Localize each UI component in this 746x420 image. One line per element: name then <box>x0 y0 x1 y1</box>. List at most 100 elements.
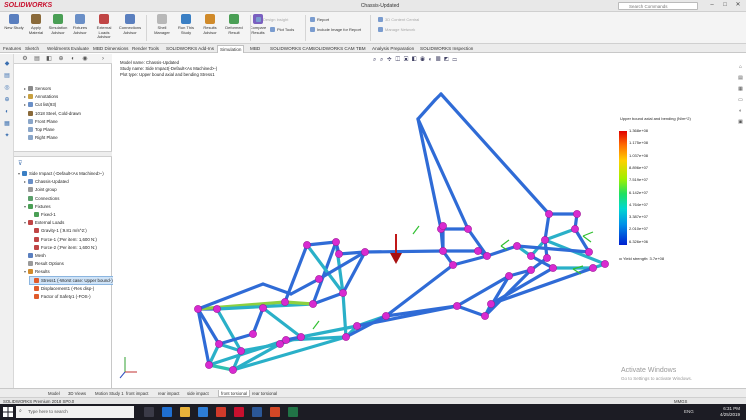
frame-member[interactable] <box>416 98 437 121</box>
command-tab[interactable]: SOLIDWORKS Add-Ins <box>166 45 214 53</box>
joint-node[interactable] <box>332 238 340 246</box>
custom-properties-icon[interactable]: ▣ <box>737 119 744 126</box>
tree-item[interactable]: Front Plane <box>24 118 58 125</box>
edge-browser-icon[interactable] <box>162 407 172 417</box>
tree-item[interactable]: ▾ Results <box>24 268 50 275</box>
tree-item[interactable]: Force-2 (:Per item: 1,600 N:) <box>30 244 97 251</box>
joint-node[interactable] <box>213 305 221 313</box>
command-tab[interactable]: Features <box>3 45 21 53</box>
part-icon[interactable]: ◆ <box>3 60 11 68</box>
design-library-icon[interactable]: ▦ <box>737 86 744 93</box>
joint-node[interactable] <box>249 330 257 338</box>
joint-node[interactable] <box>549 264 557 272</box>
simulation-icon[interactable]: ✦ <box>3 132 11 140</box>
file-explorer-icon[interactable]: ▭ <box>737 97 744 104</box>
command-tab[interactable]: MBD Dimensions <box>93 45 128 53</box>
ribbon-small-button[interactable]: Report <box>310 16 329 23</box>
joint-node[interactable] <box>439 222 447 230</box>
task-view-icon[interactable] <box>144 407 154 417</box>
ribbon-button[interactable]: Apply Material <box>24 14 48 42</box>
joint-node[interactable] <box>585 248 593 256</box>
ribbon-button[interactable]: Shell Manager <box>150 14 174 42</box>
joint-node[interactable] <box>589 264 597 272</box>
tree-item[interactable]: Right Plane <box>24 134 58 141</box>
excel-icon[interactable] <box>288 407 298 417</box>
ribbon-button[interactable]: Run This Study <box>174 14 198 42</box>
tree-item[interactable]: Stress1 (-Worst case: Upper bound-) <box>29 275 114 285</box>
ribbon-button[interactable]: Results Advisor <box>198 14 222 42</box>
tree-item[interactable]: ▾ Fixtures <box>24 203 51 210</box>
frame-member[interactable] <box>416 117 443 231</box>
frame-member[interactable] <box>439 92 551 216</box>
solidworks-logo[interactable]: SOLIDWORKS <box>4 2 52 9</box>
command-tab[interactable]: Analysis Preparation <box>372 45 414 53</box>
maximize-icon[interactable]: □ <box>719 1 731 10</box>
ribbon-button[interactable]: External Loads Advisor <box>92 14 116 42</box>
joint-node[interactable] <box>303 241 311 249</box>
command-tab[interactable]: Render Tools <box>132 45 159 53</box>
chassis-stress-model[interactable] <box>113 54 746 388</box>
command-tab[interactable]: SOLIDWORKS CAM <box>270 45 313 53</box>
frame-member[interactable] <box>416 117 470 231</box>
joint-node[interactable] <box>259 304 267 312</box>
joint-node[interactable] <box>541 236 549 244</box>
joint-node[interactable] <box>315 275 323 283</box>
frame-member[interactable] <box>311 240 338 306</box>
taskbar-search-input[interactable]: Type here to search <box>16 406 134 418</box>
joint-node[interactable] <box>487 300 495 308</box>
ribbon-button[interactable]: Connections Advisor <box>118 14 142 42</box>
command-tab[interactable]: Simulation <box>217 45 245 53</box>
frame-member[interactable] <box>341 291 348 339</box>
solidworks-taskbar-icon[interactable] <box>234 407 244 417</box>
ribbon-button[interactable]: Fixtures Advisor <box>68 14 92 42</box>
joint-node[interactable] <box>309 300 317 308</box>
joint-node[interactable] <box>439 247 447 255</box>
tree-item[interactable]: Factor of Safety1 (-FOS-) <box>30 293 91 300</box>
joint-node[interactable] <box>237 347 245 355</box>
joint-node[interactable] <box>483 252 491 260</box>
ribbon-button[interactable]: New Study <box>2 14 26 42</box>
joint-node[interactable] <box>282 336 290 344</box>
joint-node[interactable] <box>527 252 535 260</box>
word-icon[interactable] <box>252 407 262 417</box>
command-tab[interactable]: SOLIDWORKS CAM TBM <box>312 45 366 53</box>
frame-member[interactable] <box>515 244 591 254</box>
study-tab[interactable]: front torsional <box>218 390 251 397</box>
joint-node[interactable] <box>281 298 289 306</box>
appearances-icon[interactable]: ◐ <box>737 108 744 115</box>
tree-item[interactable]: Result Options <box>24 260 64 267</box>
config-icon[interactable]: ◎ <box>3 84 11 92</box>
frame-member[interactable] <box>543 212 551 242</box>
tree-item[interactable]: Force-1 (:Per item: 1,600 N:) <box>30 236 97 243</box>
frame-member[interactable] <box>543 227 577 242</box>
home-icon[interactable]: ⌂ <box>737 64 744 71</box>
joint-node[interactable] <box>545 210 553 218</box>
tree-item[interactable]: 1018 Steel, Cold-drawn <box>24 110 81 117</box>
study-tab[interactable]: rear impact <box>158 390 180 397</box>
joint-node[interactable] <box>474 247 482 255</box>
ribbon-button[interactable]: Deformed Result <box>222 14 246 42</box>
frame-member[interactable] <box>455 304 487 318</box>
search-commands-input[interactable]: Search Commands <box>618 2 698 10</box>
joint-node[interactable] <box>453 302 461 310</box>
joint-node[interactable] <box>505 272 513 280</box>
joint-node[interactable] <box>601 260 609 268</box>
ribbon-small-button[interactable]: 3D Content Central <box>378 16 419 23</box>
joint-node[interactable] <box>571 225 579 233</box>
cam-tab-icon[interactable]: ◉ <box>80 55 90 63</box>
propertymanager-tab-icon[interactable]: ▤ <box>32 55 42 63</box>
property-icon[interactable]: ▤ <box>3 72 11 80</box>
tree-item[interactable]: Mesh <box>24 252 46 259</box>
configurationmanager-tab-icon[interactable]: ◧ <box>44 55 54 63</box>
tree-item[interactable]: Connections <box>24 195 59 202</box>
joint-node[interactable] <box>297 333 305 341</box>
tree-item[interactable]: ▸ Sensors <box>24 85 51 92</box>
input-language[interactable]: ENG <box>684 409 694 414</box>
more-chevron-icon[interactable]: › <box>98 55 108 63</box>
filter-icon[interactable]: ⊽ <box>18 160 22 167</box>
tree-item[interactable]: ▸ Cut list(93) <box>24 101 56 108</box>
cam-icon[interactable]: ▦ <box>3 120 11 128</box>
frame-member[interactable] <box>305 240 338 247</box>
tree-item[interactable]: ▸ Annotations <box>24 93 58 100</box>
ribbon-small-button[interactable]: Design Insight <box>256 16 288 23</box>
